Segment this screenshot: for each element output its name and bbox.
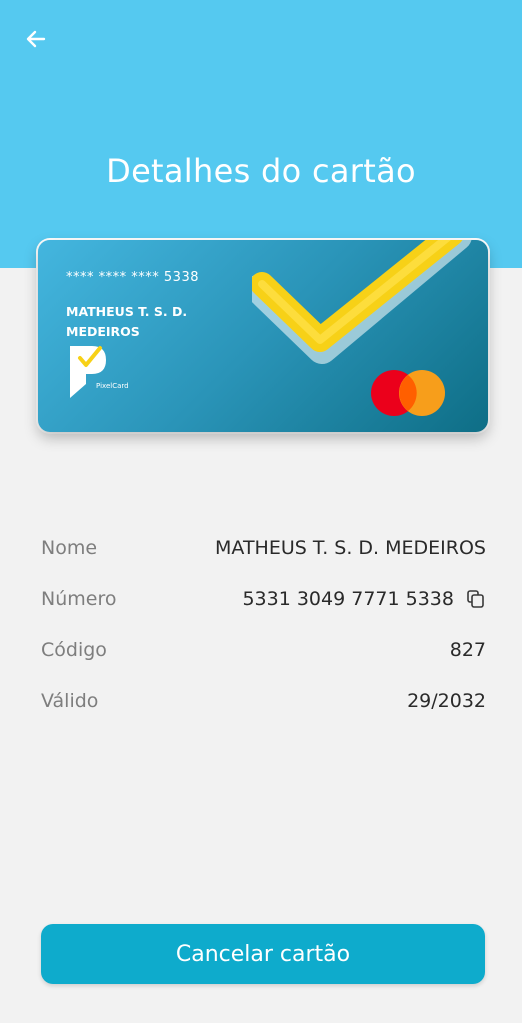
valid-value: 29/2032	[407, 689, 486, 712]
back-button[interactable]	[18, 24, 54, 54]
valid-label: Válido	[41, 689, 99, 712]
card-holder-name: MATHEUS T. S. D. MEDEIROS	[66, 302, 216, 342]
copy-icon[interactable]	[466, 589, 486, 609]
checkmark-graphic	[252, 240, 472, 364]
detail-row-code: Código 827	[41, 624, 486, 675]
page-title: Detalhes do cartão	[106, 152, 416, 190]
credit-card: **** **** **** 5338 MATHEUS T. S. D. MED…	[38, 240, 488, 432]
number-value: 5331 3049 7771 5338	[242, 587, 454, 610]
card-details: Nome MATHEUS T. S. D. MEDEIROS Número 53…	[41, 522, 486, 726]
code-value: 827	[449, 638, 486, 661]
header: Detalhes do cartão	[0, 0, 522, 268]
pixelcard-logo-icon	[70, 346, 106, 398]
number-label: Número	[41, 587, 117, 610]
number-value-group: 5331 3049 7771 5338	[242, 588, 486, 610]
detail-row-name: Nome MATHEUS T. S. D. MEDEIROS	[41, 522, 486, 573]
name-value: MATHEUS T. S. D. MEDEIROS	[215, 536, 486, 559]
card-holder-line1: MATHEUS T. S. D.	[66, 304, 188, 319]
card-masked-number: **** **** **** 5338	[66, 270, 199, 285]
arrow-left-icon	[26, 30, 46, 48]
mastercard-icon	[371, 370, 445, 416]
detail-row-number: Número 5331 3049 7771 5338	[41, 573, 486, 624]
code-label: Código	[41, 638, 107, 661]
brand-name: PixelCard	[96, 382, 129, 390]
detail-row-valid: Válido 29/2032	[41, 675, 486, 726]
card-holder-line2: MEDEIROS	[66, 324, 140, 339]
cancel-card-button[interactable]: Cancelar cartão	[41, 924, 485, 984]
name-label: Nome	[41, 536, 98, 559]
